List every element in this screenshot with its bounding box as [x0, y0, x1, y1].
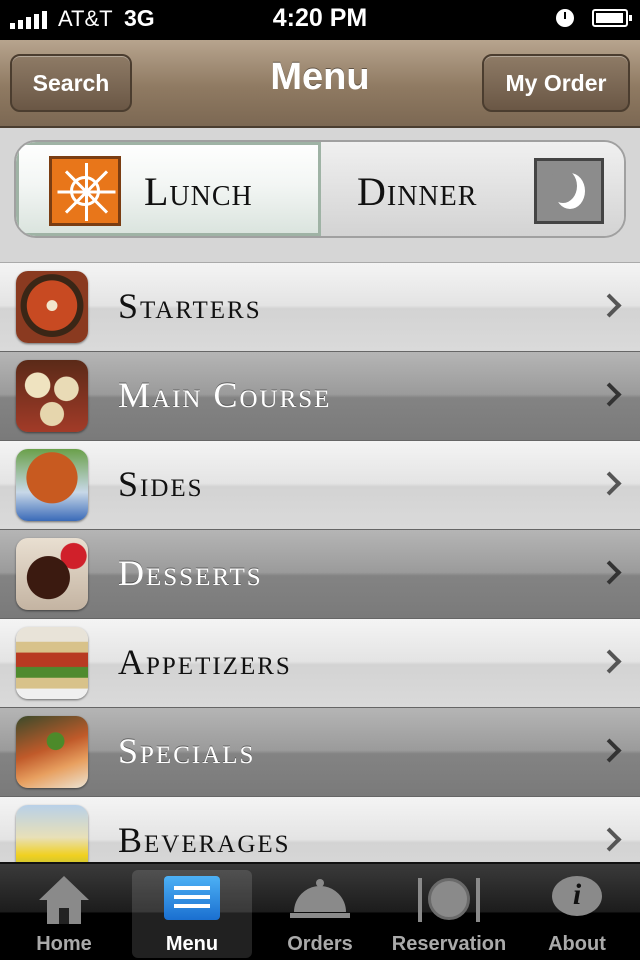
lunch-label: Lunch [144, 169, 253, 214]
alarm-clock-icon [556, 9, 574, 27]
category-row-sides[interactable]: Sides [0, 441, 640, 530]
chevron-right-icon [597, 560, 622, 585]
tab-label: Menu [165, 933, 219, 955]
navigation-bar: Search Menu My Order [0, 40, 640, 128]
tab-reservation[interactable]: Reservation [384, 870, 514, 958]
dinner-label: Dinner [357, 169, 478, 214]
menu-icon [164, 876, 220, 920]
dinner-segment[interactable]: Dinner [321, 142, 624, 236]
moon-icon [534, 158, 604, 224]
tab-orders[interactable]: Orders [262, 870, 378, 958]
desserts-thumbnail [16, 538, 88, 610]
category-row-beverages[interactable]: Beverages [0, 797, 640, 863]
lunch-segment[interactable]: Lunch [16, 142, 321, 236]
chevron-right-icon [597, 293, 622, 318]
beverages-thumbnail [16, 805, 88, 863]
category-list: Starters Main Course Sides Desserts Appe… [0, 262, 640, 863]
tab-label: Orders [287, 933, 353, 955]
category-row-appetizers[interactable]: Appetizers [0, 619, 640, 708]
sides-thumbnail [16, 449, 88, 521]
chevron-right-icon [597, 738, 622, 763]
category-row-specials[interactable]: Specials [0, 708, 640, 797]
my-order-button[interactable]: My Order [482, 54, 630, 112]
category-label: Starters [118, 286, 262, 326]
category-label: Specials [118, 731, 256, 771]
tab-bar: Home Menu Orders Reservation i About [0, 862, 640, 960]
category-label: Sides [118, 464, 204, 504]
category-row-main-course[interactable]: Main Course [0, 352, 640, 441]
battery-icon [592, 9, 632, 27]
chevron-right-icon [597, 649, 622, 674]
plate-icon [418, 876, 480, 924]
main-course-thumbnail [16, 360, 88, 432]
specials-thumbnail [16, 716, 88, 788]
sun-icon [49, 156, 121, 226]
appetizers-thumbnail [16, 627, 88, 699]
category-label: Main Course [118, 375, 332, 415]
chevron-right-icon [597, 471, 622, 496]
tab-label: About [548, 933, 606, 955]
tab-menu[interactable]: Menu [132, 870, 252, 958]
category-label: Appetizers [118, 642, 292, 682]
category-row-starters[interactable]: Starters [0, 263, 640, 352]
tab-about[interactable]: i About [520, 870, 634, 958]
meal-segmented-control: Lunch Dinner [14, 140, 626, 238]
category-label: Desserts [118, 553, 263, 593]
meal-toggle-area: Lunch Dinner [0, 128, 640, 262]
status-bar: AT&T 3G 4:20 PM [0, 0, 640, 40]
home-icon [39, 876, 89, 926]
category-label: Beverages [118, 820, 291, 860]
category-row-desserts[interactable]: Desserts [0, 530, 640, 619]
cloche-icon [290, 876, 350, 920]
tab-label: Home [36, 933, 92, 955]
chevron-right-icon [597, 382, 622, 407]
chevron-right-icon [597, 827, 622, 852]
status-time: 4:20 PM [272, 4, 368, 32]
tab-label: Reservation [391, 933, 507, 955]
info-icon: i [552, 876, 602, 922]
tab-home[interactable]: Home [6, 870, 122, 958]
starters-thumbnail [16, 271, 88, 343]
